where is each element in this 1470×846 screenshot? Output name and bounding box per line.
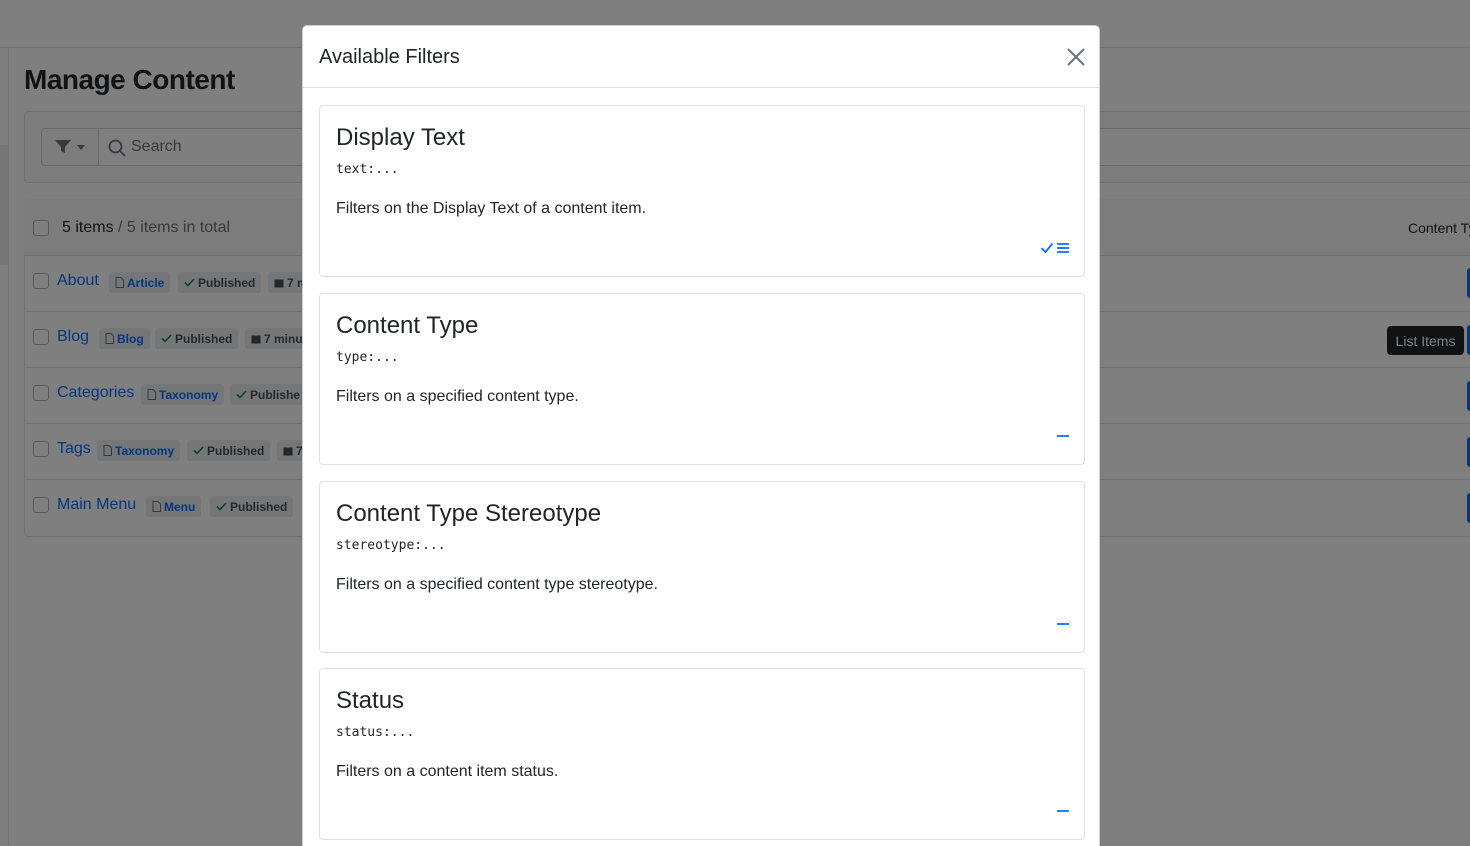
filter-card-content-type: Content Type type:... Filters on a speci… [319, 293, 1085, 465]
close-icon[interactable] [1065, 46, 1087, 68]
filter-syntax: status:... [336, 725, 415, 740]
list-icon [1057, 243, 1069, 253]
filter-syntax: type:... [336, 350, 399, 365]
modal-header: Available Filters [303, 26, 1099, 88]
filter-syntax: stereotype:... [336, 538, 446, 553]
filter-description: Filters on the Display Text of a content… [336, 200, 647, 217]
filter-title: Display Text [336, 124, 465, 151]
filter-description: Filters on a specified content type ster… [336, 576, 658, 593]
minus-icon [1057, 435, 1069, 437]
minus-icon [1057, 810, 1069, 812]
filter-toggle-button[interactable] [1056, 425, 1070, 447]
filter-description: Filters on a content item status. [336, 763, 559, 780]
filter-card-display-text: Display Text text:... Filters on the Dis… [319, 105, 1085, 277]
check-icon [1040, 242, 1054, 254]
filter-card-stereotype: Content Type Stereotype stereotype:... F… [319, 481, 1085, 653]
filter-description: Filters on a specified content type. [336, 388, 579, 405]
filter-toggle-button[interactable] [1056, 800, 1070, 822]
filter-toggle-button[interactable] [1056, 613, 1070, 635]
filter-title: Content Type [336, 312, 479, 339]
filter-title: Content Type Stereotype [336, 500, 602, 527]
modal-title: Available Filters [319, 46, 460, 68]
minus-icon [1057, 623, 1069, 625]
filter-syntax: text:... [336, 162, 399, 177]
filter-toggle-button[interactable] [1040, 237, 1070, 259]
available-filters-modal: Available Filters Display Text text:... … [302, 25, 1100, 846]
filter-title: Status [336, 687, 405, 714]
filter-card-status: Status status:... Filters on a content i… [319, 668, 1085, 840]
